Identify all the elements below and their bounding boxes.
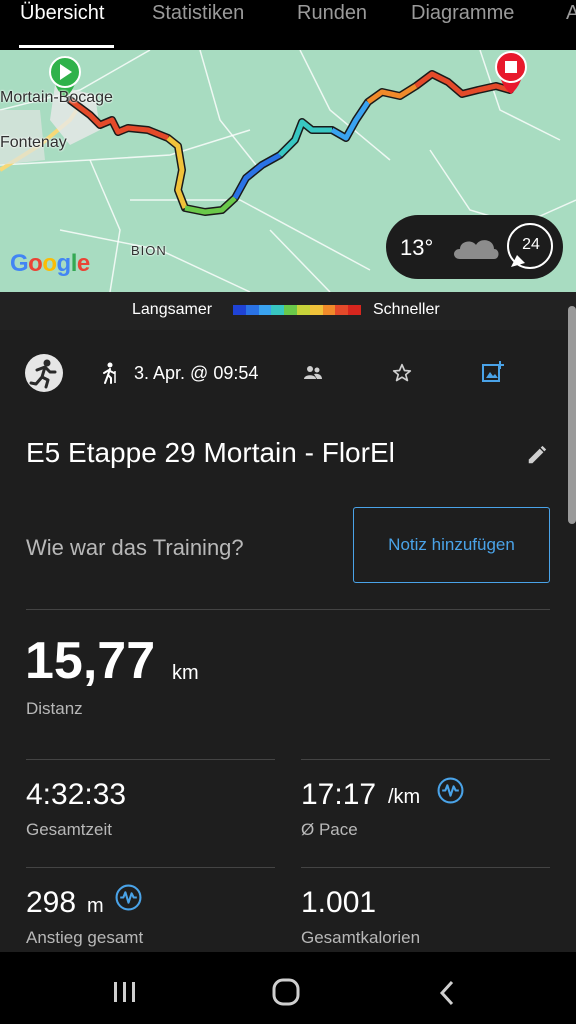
- star-icon[interactable]: [392, 363, 412, 383]
- activity-title: E5 Etappe 29 Mortain - FlorEl: [26, 437, 395, 468]
- active-tab-indicator: [19, 45, 114, 48]
- activity-datetime: 3. Apr. @ 09:54: [134, 363, 259, 383]
- faster-label: Schneller: [373, 301, 440, 318]
- speed-color-segment: [258, 305, 272, 315]
- speed-legend: Langsamer Schneller: [0, 292, 576, 330]
- people-icon[interactable]: [303, 365, 323, 381]
- speed-color-segment: [284, 305, 297, 315]
- training-feedback-question: Wie war das Training?: [26, 535, 244, 560]
- pace-unit: /km: [388, 786, 421, 808]
- calories-value: 1.001: [301, 886, 377, 919]
- speed-color-segment: [322, 305, 336, 315]
- home-icon[interactable]: [272, 978, 300, 1006]
- total-time-label: Gesamtzeit: [26, 820, 112, 839]
- ascent-label: Anstieg gesamt: [26, 928, 144, 947]
- distance-value: 15,77: [25, 632, 156, 690]
- tab-more[interactable]: A: [566, 2, 576, 25]
- edit-pencil-icon[interactable]: [526, 444, 548, 466]
- divider: [26, 759, 275, 760]
- tab-laps[interactable]: Runden: [297, 2, 367, 25]
- pace-chart-icon[interactable]: [437, 777, 464, 804]
- back-icon[interactable]: [438, 980, 456, 1006]
- calories-label: Gesamtkalorien: [301, 928, 421, 947]
- wind-indicator: 24: [507, 223, 553, 269]
- total-time-value: 4:32:33: [26, 778, 127, 811]
- activity-info-row: 3. Apr. @ 09:54: [0, 350, 576, 396]
- divider: [26, 867, 275, 868]
- speed-color-segment: [271, 305, 285, 315]
- weather-widget[interactable]: 13° 24: [386, 215, 563, 279]
- system-navigation-bar: [0, 952, 576, 1024]
- tab-overview[interactable]: Übersicht: [20, 2, 104, 25]
- runner-icon: [29, 359, 57, 389]
- ascent-unit: m: [87, 895, 104, 917]
- slower-label: Langsamer: [132, 301, 213, 318]
- wind-speed: 24: [522, 236, 540, 253]
- pace-value: 17:17: [301, 778, 377, 811]
- speed-color-segment: [245, 305, 259, 315]
- activity-type-avatar[interactable]: [25, 354, 63, 392]
- map-label-town: Mortain-Bocage: [0, 89, 113, 106]
- speed-color-segment: [335, 305, 349, 315]
- speed-color-segment: [348, 305, 361, 315]
- tab-bar: Übersicht Statistiken Runden Diagramme A: [0, 0, 576, 50]
- ascent-value: 298: [26, 886, 77, 919]
- pace-label: Ø Pace: [301, 820, 358, 839]
- google-logo: Google: [10, 250, 90, 277]
- scrollbar[interactable]: [568, 306, 576, 524]
- distance-label: Distanz: [26, 699, 83, 718]
- speed-color-segment: [233, 305, 246, 315]
- wind-direction-icon: [511, 255, 525, 267]
- divider: [26, 609, 550, 610]
- hiking-icon: [103, 362, 116, 384]
- map-label-town: Fontenay: [0, 134, 67, 151]
- temperature: 13°: [400, 235, 434, 260]
- speed-color-segment: [296, 305, 310, 315]
- speed-color-segment: [309, 305, 323, 315]
- tab-charts[interactable]: Diagramme: [411, 2, 514, 25]
- route-map[interactable]: Mortain-Bocage Fontenay BION Google 13° …: [0, 50, 576, 292]
- add-note-button[interactable]: Notiz hinzufügen: [353, 507, 550, 583]
- divider: [301, 867, 550, 868]
- map-label-place: BION: [131, 243, 167, 258]
- recent-apps-icon[interactable]: [112, 980, 138, 1004]
- add-photo-icon[interactable]: [481, 360, 505, 384]
- ascent-chart-icon[interactable]: [115, 884, 142, 911]
- divider: [301, 759, 550, 760]
- tab-statistics[interactable]: Statistiken: [152, 2, 244, 25]
- speed-color-bar: [233, 305, 361, 315]
- cloud-icon: [454, 240, 499, 259]
- distance-unit: km: [172, 662, 199, 684]
